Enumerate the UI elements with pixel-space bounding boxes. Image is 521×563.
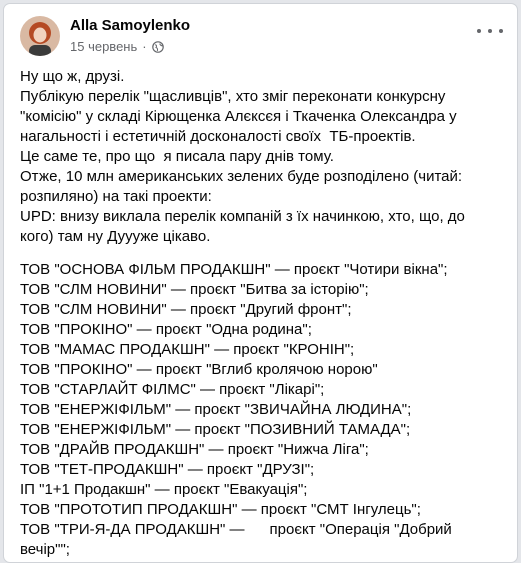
project-line: вечір""; xyxy=(20,541,70,558)
meta-separator: · xyxy=(142,39,147,54)
intro-line: UPD: внизу виклала перелік компаній з їх… xyxy=(20,208,465,225)
globe-icon[interactable] xyxy=(151,40,164,53)
project-line: ТОВ "СТАРЛАЙТ ФІЛМС" — проєкт "Лікарі"; xyxy=(20,381,325,398)
intro-line: Публікую перелік "щасливців", хто зміг п… xyxy=(20,88,446,105)
project-line: ТОВ "ТЕТ-ПРОДАКШН" — проєкт "ДРУЗІ"; xyxy=(20,461,315,478)
project-line: ТОВ "ЕНЕРЖІФІЛЬМ" — проєкт "ЗВИЧАЙНА ЛЮД… xyxy=(20,401,412,418)
project-line: ТОВ "СЛМ НОВИНИ" — проєкт "Битва за істо… xyxy=(20,281,369,298)
project-line: ТОВ "ПРОКІНО" — проєкт "Вглиб кролячою н… xyxy=(20,361,378,378)
project-line: ТОВ "ПРОКІНО" — проєкт "Одна родина"; xyxy=(20,321,312,338)
post-meta: 15 червень · xyxy=(70,39,164,54)
post-card: Alla Samoylenko 15 червень · Ну що ж, др… xyxy=(3,3,518,563)
project-line: ТОВ "ДРАЙВ ПРОДАКШН" — проєкт "Нижча Ліг… xyxy=(20,441,369,458)
project-line: ТОВ "СЛМ НОВИНИ" — проєкт "Другий фронт"… xyxy=(20,301,352,318)
project-line: ТОВ "ТРИ-Я-ДА ПРОДАКШН" — проєкт "Операц… xyxy=(20,521,452,538)
intro-line: розпиляно) на такі проекти: xyxy=(20,188,212,205)
project-line: ТОВ "ОСНОВА ФІЛЬМ ПРОДАКШН" — проєкт "Чо… xyxy=(20,261,448,278)
intro-line: Отже, 10 млн американських зелених буде … xyxy=(20,168,463,185)
project-line: ІП "1+1 Продакшн" — проєкт "Евакуація"; xyxy=(20,481,308,498)
project-line: ТОВ "ПРОТОТИП ПРОДАКШН" — проєкт "СМТ Ін… xyxy=(20,501,421,518)
more-options-icon[interactable] xyxy=(477,24,503,38)
post-body: Ну що ж, друзі. Публікую перелік "щаслив… xyxy=(20,67,504,560)
post-date[interactable]: 15 червень xyxy=(70,39,137,54)
project-line: ТОВ "ЕНЕРЖІФІЛЬМ" — проєкт "ПОЗИВНИЙ ТАМ… xyxy=(20,421,411,438)
avatar[interactable] xyxy=(20,16,60,56)
author-name[interactable]: Alla Samoylenko xyxy=(70,17,190,34)
intro-line: Ну що ж, друзі. xyxy=(20,68,125,85)
project-line: ТОВ "МАМАС ПРОДАКШН" — проєкт "КРОНІН"; xyxy=(20,341,355,358)
intro-line: кого) там ну Дуууже цікаво. xyxy=(20,228,211,245)
intro-line: нагальності і естетичній досконалості св… xyxy=(20,128,416,145)
intro-line: "комісію" у складі Кірющенка Алєксєя і Т… xyxy=(20,108,457,125)
intro-line: Це саме те, про що я писала пару днів то… xyxy=(20,148,334,165)
